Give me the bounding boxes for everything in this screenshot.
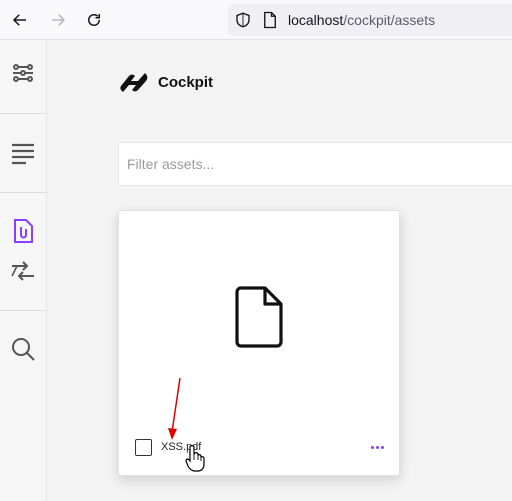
more-dot-icon bbox=[370, 445, 374, 449]
filter-assets-input[interactable] bbox=[118, 142, 512, 186]
url-path: /cockpit/assets bbox=[343, 12, 436, 28]
sidebar-item-sync[interactable] bbox=[10, 258, 36, 284]
more-dot-icon bbox=[375, 445, 379, 449]
browser-toolbar: localhost/cockpit/assets bbox=[0, 0, 512, 40]
sidebar-separator bbox=[0, 310, 47, 311]
reload-icon[interactable] bbox=[82, 8, 106, 32]
brand-name: Cockpit bbox=[158, 73, 214, 91]
brand[interactable]: Cockpit bbox=[118, 70, 213, 94]
search-icon bbox=[12, 338, 35, 361]
forward-arrow-icon[interactable] bbox=[46, 8, 70, 32]
swap-arrows-icon bbox=[11, 261, 34, 281]
sidebar-separator bbox=[0, 192, 47, 193]
sidebar-item-search[interactable] bbox=[10, 336, 36, 362]
page-icon bbox=[264, 11, 276, 29]
url-host: localhost bbox=[288, 12, 344, 28]
sidebar bbox=[0, 40, 47, 501]
main-content: Cockpit XSS.pdf bbox=[48, 40, 512, 501]
cockpit-logo-icon bbox=[120, 73, 148, 92]
attachment-file-icon bbox=[14, 219, 33, 243]
asset-select-checkbox[interactable] bbox=[135, 439, 152, 456]
shield-icon[interactable] bbox=[234, 11, 252, 29]
sidebar-item-assets[interactable] bbox=[10, 218, 36, 244]
sidebar-item-content[interactable] bbox=[10, 140, 36, 166]
address-bar[interactable]: localhost/cockpit/assets bbox=[228, 4, 512, 36]
menu-lines-icon bbox=[12, 143, 34, 165]
asset-card[interactable]: XSS.pdf bbox=[118, 210, 400, 476]
sidebar-item-dashboard[interactable] bbox=[10, 60, 36, 86]
back-arrow-icon[interactable] bbox=[8, 8, 32, 32]
sidebar-separator bbox=[0, 113, 47, 114]
grid-nodes-icon bbox=[13, 64, 33, 82]
url-text[interactable]: localhost/cockpit/assets bbox=[288, 12, 435, 28]
asset-more-button[interactable] bbox=[367, 439, 387, 455]
asset-file-name[interactable]: XSS.pdf bbox=[161, 441, 201, 453]
document-icon bbox=[235, 286, 283, 348]
more-dot-icon bbox=[380, 445, 384, 449]
